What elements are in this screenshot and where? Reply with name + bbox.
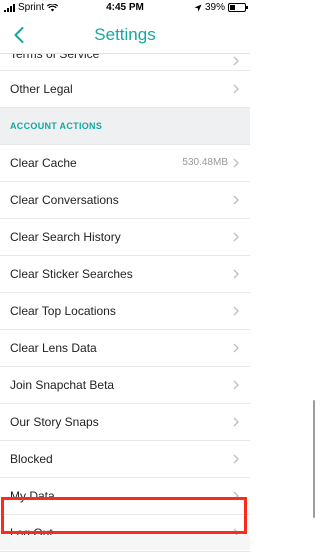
status-right: 39% [194, 2, 248, 13]
log-out-highlight-box [1, 497, 247, 534]
chevron-right-icon [233, 269, 239, 279]
battery-fill [230, 5, 235, 10]
bottom-spacer [0, 535, 250, 550]
row-label: Blocked [10, 452, 53, 466]
settings-list: Terms of Service Other Legal ACCOUNT ACT… [0, 54, 250, 552]
battery-icon [228, 3, 248, 12]
settings-row-clear-conversations[interactable]: Clear Conversations [0, 182, 250, 219]
settings-row-clear-cache[interactable]: Clear Cache 530.48MB [0, 145, 250, 182]
row-label: Clear Conversations [10, 193, 119, 207]
chevron-right-icon [233, 84, 239, 94]
settings-row-our-story-snaps[interactable]: Our Story Snaps [0, 404, 250, 441]
settings-row-blocked[interactable]: Blocked [0, 441, 250, 478]
row-label: Terms of Service [10, 54, 100, 61]
row-label: Clear Sticker Searches [10, 267, 133, 281]
row-label: Clear Search History [10, 230, 121, 244]
settings-row-clear-sticker-searches[interactable]: Clear Sticker Searches [0, 256, 250, 293]
chevron-right-icon [233, 158, 239, 168]
row-label: Clear Top Locations [10, 304, 116, 318]
chevron-right-icon [233, 417, 239, 427]
settings-row-clear-top-locations[interactable]: Clear Top Locations [0, 293, 250, 330]
location-arrow-icon [194, 4, 202, 11]
chevron-right-icon [233, 454, 239, 464]
settings-row-clear-lens-data[interactable]: Clear Lens Data [0, 330, 250, 367]
settings-row-terms[interactable]: Terms of Service [0, 54, 250, 71]
nav-header: Settings [0, 17, 250, 54]
section-header-account-actions: ACCOUNT ACTIONS [0, 108, 250, 145]
chevron-right-icon [233, 380, 239, 390]
row-label: Other Legal [10, 82, 73, 96]
row-label: Clear Cache [10, 156, 77, 170]
chevron-right-icon [233, 195, 239, 205]
row-label: Clear Lens Data [10, 341, 97, 355]
status-bar: Sprint 4:45 PM 39% [0, 0, 250, 17]
chevron-right-icon [233, 56, 239, 66]
scrollbar[interactable] [313, 400, 315, 518]
section-label: ACCOUNT ACTIONS [10, 121, 103, 131]
chevron-right-icon [233, 343, 239, 353]
settings-row-other-legal[interactable]: Other Legal [0, 71, 250, 108]
chevron-right-icon [233, 232, 239, 242]
chevron-right-icon [233, 306, 239, 316]
settings-row-clear-search-history[interactable]: Clear Search History [0, 219, 250, 256]
page-title: Settings [94, 25, 156, 44]
row-label: Our Story Snaps [10, 415, 99, 429]
row-label: Join Snapchat Beta [10, 378, 115, 392]
cache-size-value: 530.48MB [182, 157, 228, 168]
settings-row-join-beta[interactable]: Join Snapchat Beta [0, 367, 250, 404]
battery-percent: 39% [204, 2, 225, 13]
